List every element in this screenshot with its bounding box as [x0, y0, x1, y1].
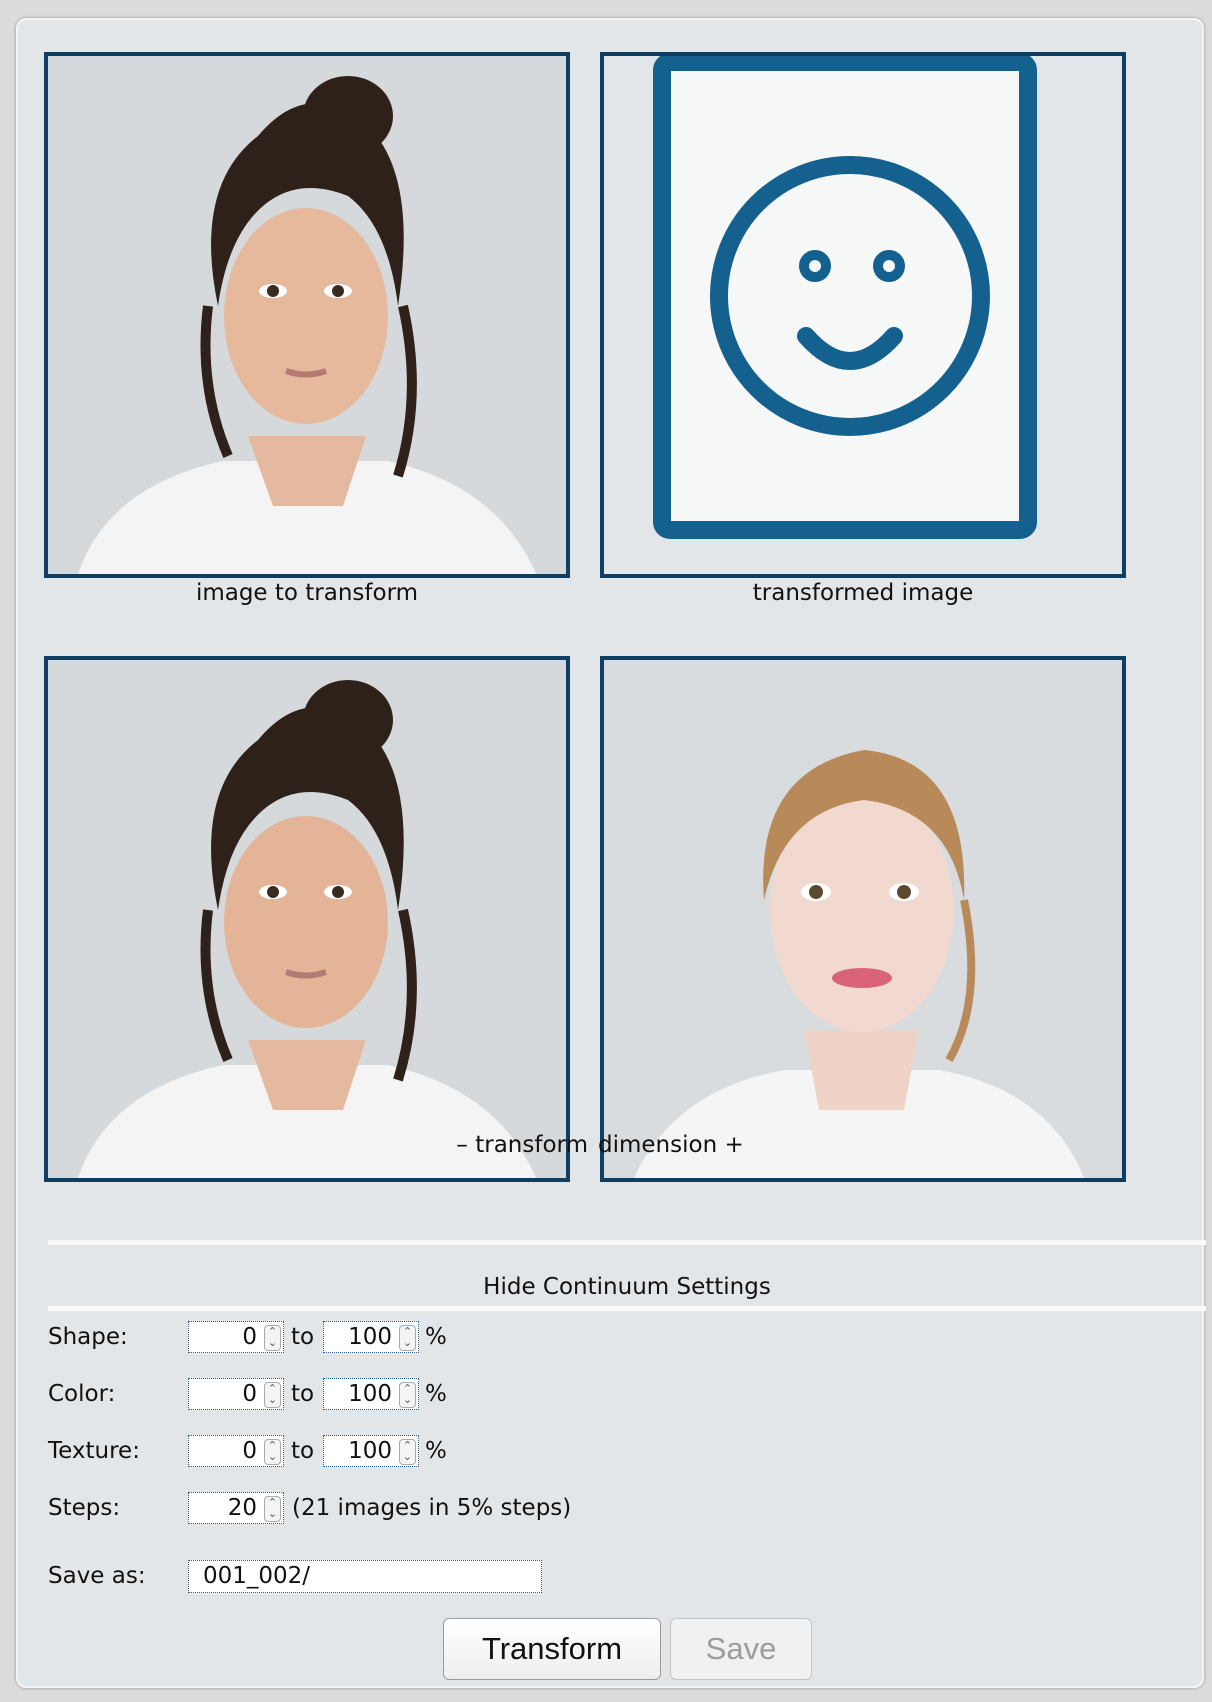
texture-to-value: 100	[348, 1438, 392, 1464]
stepper-arrows-icon[interactable]: ⌃ ⌄	[399, 1382, 416, 1408]
source-image[interactable]	[44, 52, 570, 578]
color-to-text: to	[291, 1381, 315, 1407]
continuum-end-face-photo	[604, 660, 1122, 1178]
save-as-label: Save as:	[48, 1563, 146, 1589]
transformed-image[interactable]	[600, 52, 1126, 578]
stepper-arrows-icon[interactable]: ⌃ ⌄	[264, 1325, 281, 1351]
steps-label: Steps:	[48, 1495, 121, 1521]
divider-top	[48, 1240, 1206, 1245]
color-from-value: 0	[242, 1381, 257, 1407]
shape-label: Shape:	[48, 1324, 128, 1350]
texture-to-text: to	[291, 1438, 315, 1464]
steps-note: (21 images in 5% steps)	[292, 1495, 572, 1521]
texture-label: Texture:	[48, 1438, 140, 1464]
stepper-arrows-icon[interactable]: ⌃ ⌄	[399, 1325, 416, 1351]
texture-from-value: 0	[242, 1438, 257, 1464]
hide-continuum-settings-toggle[interactable]: Hide Continuum Settings	[48, 1274, 1206, 1300]
main-panel: image to transform transformed image – t…	[16, 18, 1206, 1688]
source-face-photo	[48, 56, 566, 574]
steps-stepper[interactable]: 20 ⌃ ⌄	[188, 1492, 284, 1524]
divider-bottom	[48, 1306, 1206, 1311]
stepper-arrows-icon[interactable]: ⌃ ⌄	[264, 1382, 281, 1408]
shape-to-stepper[interactable]: 100 ⌃ ⌄	[323, 1321, 419, 1353]
color-to-stepper[interactable]: 100 ⌃ ⌄	[323, 1378, 419, 1410]
continuum-end-image[interactable]	[600, 656, 1126, 1182]
save-button[interactable]: Save	[670, 1618, 812, 1680]
smiley-face-icon	[653, 56, 1037, 539]
continuum-plus-label: dimension +	[598, 1132, 744, 1158]
source-image-caption: image to transform	[195, 580, 419, 606]
texture-to-stepper[interactable]: 100 ⌃ ⌄	[323, 1435, 419, 1467]
stepper-arrows-icon[interactable]: ⌃ ⌄	[264, 1496, 281, 1522]
steps-value: 20	[227, 1495, 257, 1521]
texture-unit: %	[425, 1438, 447, 1464]
shape-from-value: 0	[242, 1324, 257, 1350]
continuum-minus-label: – transform	[456, 1132, 588, 1158]
color-to-value: 100	[348, 1381, 392, 1407]
save-as-input[interactable]: 001_002/	[188, 1560, 542, 1593]
shape-from-stepper[interactable]: 0 ⌃ ⌄	[188, 1321, 284, 1353]
color-from-stepper[interactable]: 0 ⌃ ⌄	[188, 1378, 284, 1410]
stepper-arrows-icon[interactable]: ⌃ ⌄	[399, 1439, 416, 1465]
shape-to-text: to	[291, 1324, 315, 1350]
shape-to-value: 100	[348, 1324, 392, 1350]
continuum-start-image[interactable]	[44, 656, 570, 1182]
stepper-arrows-icon[interactable]: ⌃ ⌄	[264, 1439, 281, 1465]
texture-from-stepper[interactable]: 0 ⌃ ⌄	[188, 1435, 284, 1467]
continuum-start-face-photo	[48, 660, 566, 1178]
shape-unit: %	[425, 1324, 447, 1350]
color-label: Color:	[48, 1381, 116, 1407]
transformed-image-caption: transformed image	[752, 580, 974, 606]
transform-button[interactable]: Transform	[443, 1618, 661, 1680]
color-unit: %	[425, 1381, 447, 1407]
